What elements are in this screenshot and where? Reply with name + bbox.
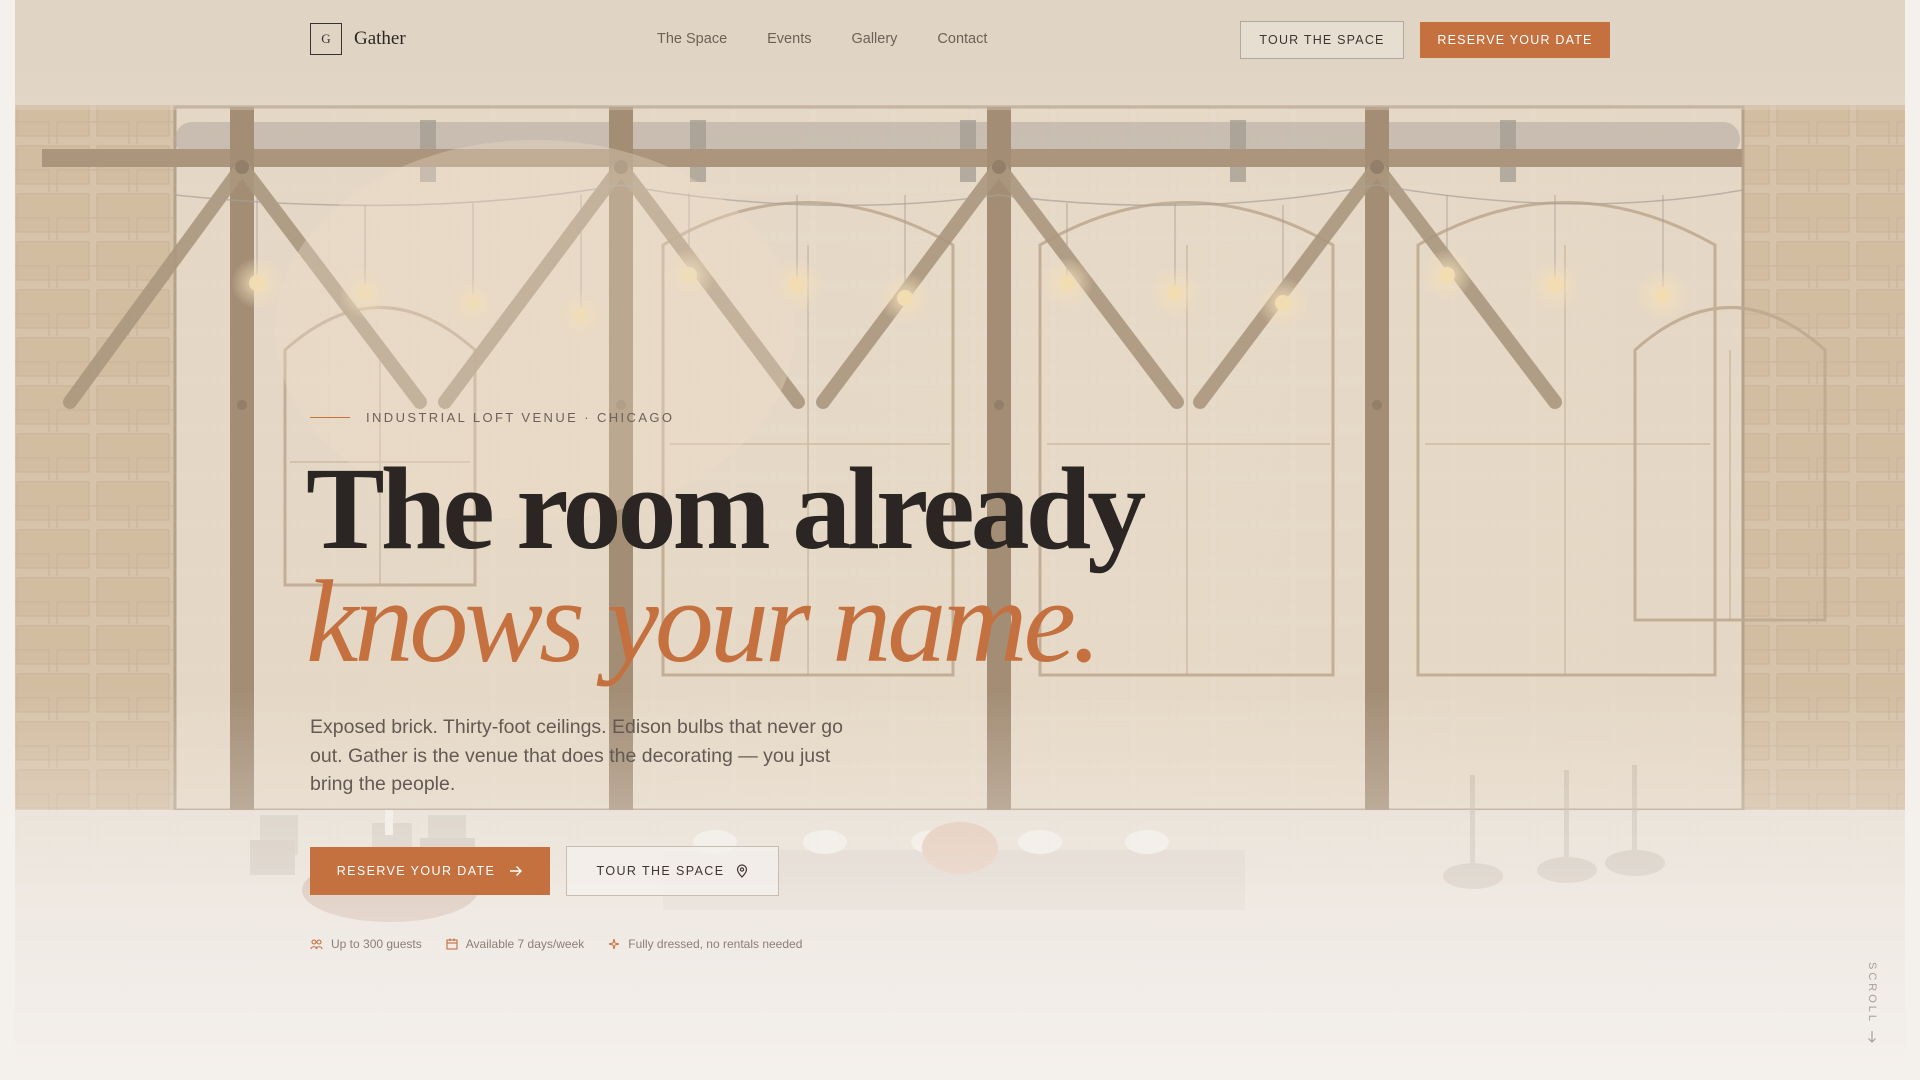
top-nav: G Gather The Space Events Gallery Contac… <box>0 0 1920 80</box>
hero-tour-label: TOUR THE SPACE <box>596 864 725 878</box>
map-pin-icon <box>737 864 748 878</box>
nav-links: The Space Events Gallery Contact <box>657 31 987 47</box>
hero-eyebrow: INDUSTRIAL LOFT VENUE · CHICAGO <box>310 410 674 425</box>
nav-link-contact[interactable]: Contact <box>937 31 987 47</box>
feature-dressed-label: Fully dressed, no rentals needed <box>628 937 803 951</box>
logo-wordmark: Gather <box>354 28 406 49</box>
hero-reserve-button[interactable]: RESERVE YOUR DATE <box>310 847 550 895</box>
logo-mark: G <box>310 23 342 55</box>
feature-capacity: Up to 300 guests <box>310 937 422 951</box>
feature-capacity-label: Up to 300 guests <box>331 937 422 951</box>
feature-dressed: Fully dressed, no rentals needed <box>608 937 802 951</box>
arrow-down-icon <box>1868 1031 1876 1043</box>
feature-availability: Available 7 days/week <box>446 937 585 951</box>
hero-headline-line1: The room already <box>306 443 1146 574</box>
calendar-icon <box>446 938 458 950</box>
eyebrow-text: INDUSTRIAL LOFT VENUE · CHICAGO <box>366 410 675 425</box>
nav-reserve-button[interactable]: RESERVE YOUR DATE <box>1420 22 1610 58</box>
nav-link-gallery[interactable]: Gallery <box>851 31 897 47</box>
hero-tour-button[interactable]: TOUR THE SPACE <box>566 846 779 896</box>
hero-lede: Exposed brick. Thirty-foot ceilings. Edi… <box>310 716 843 795</box>
nav-link-the-space[interactable]: The Space <box>657 31 727 47</box>
scroll-indicator[interactable]: SCROLL <box>1860 962 1884 1047</box>
nav-link-events[interactable]: Events <box>767 31 811 47</box>
feature-availability-label: Available 7 days/week <box>465 937 585 951</box>
hero-reserve-label: RESERVE YOUR DATE <box>336 864 496 878</box>
hero-headline-line2: knows your name. <box>306 556 1101 687</box>
arrow-right-icon <box>510 866 523 876</box>
hero-features: Up to 300 guests Available 7 days/week F… <box>310 937 802 951</box>
sparkle-icon <box>609 938 620 950</box>
brand-logo[interactable]: G Gather <box>310 23 406 55</box>
eyebrow-rule <box>310 417 350 418</box>
guests-icon <box>310 939 323 950</box>
scroll-label: SCROLL <box>1866 962 1878 1025</box>
nav-tour-button[interactable]: TOUR THE SPACE <box>1240 21 1404 59</box>
